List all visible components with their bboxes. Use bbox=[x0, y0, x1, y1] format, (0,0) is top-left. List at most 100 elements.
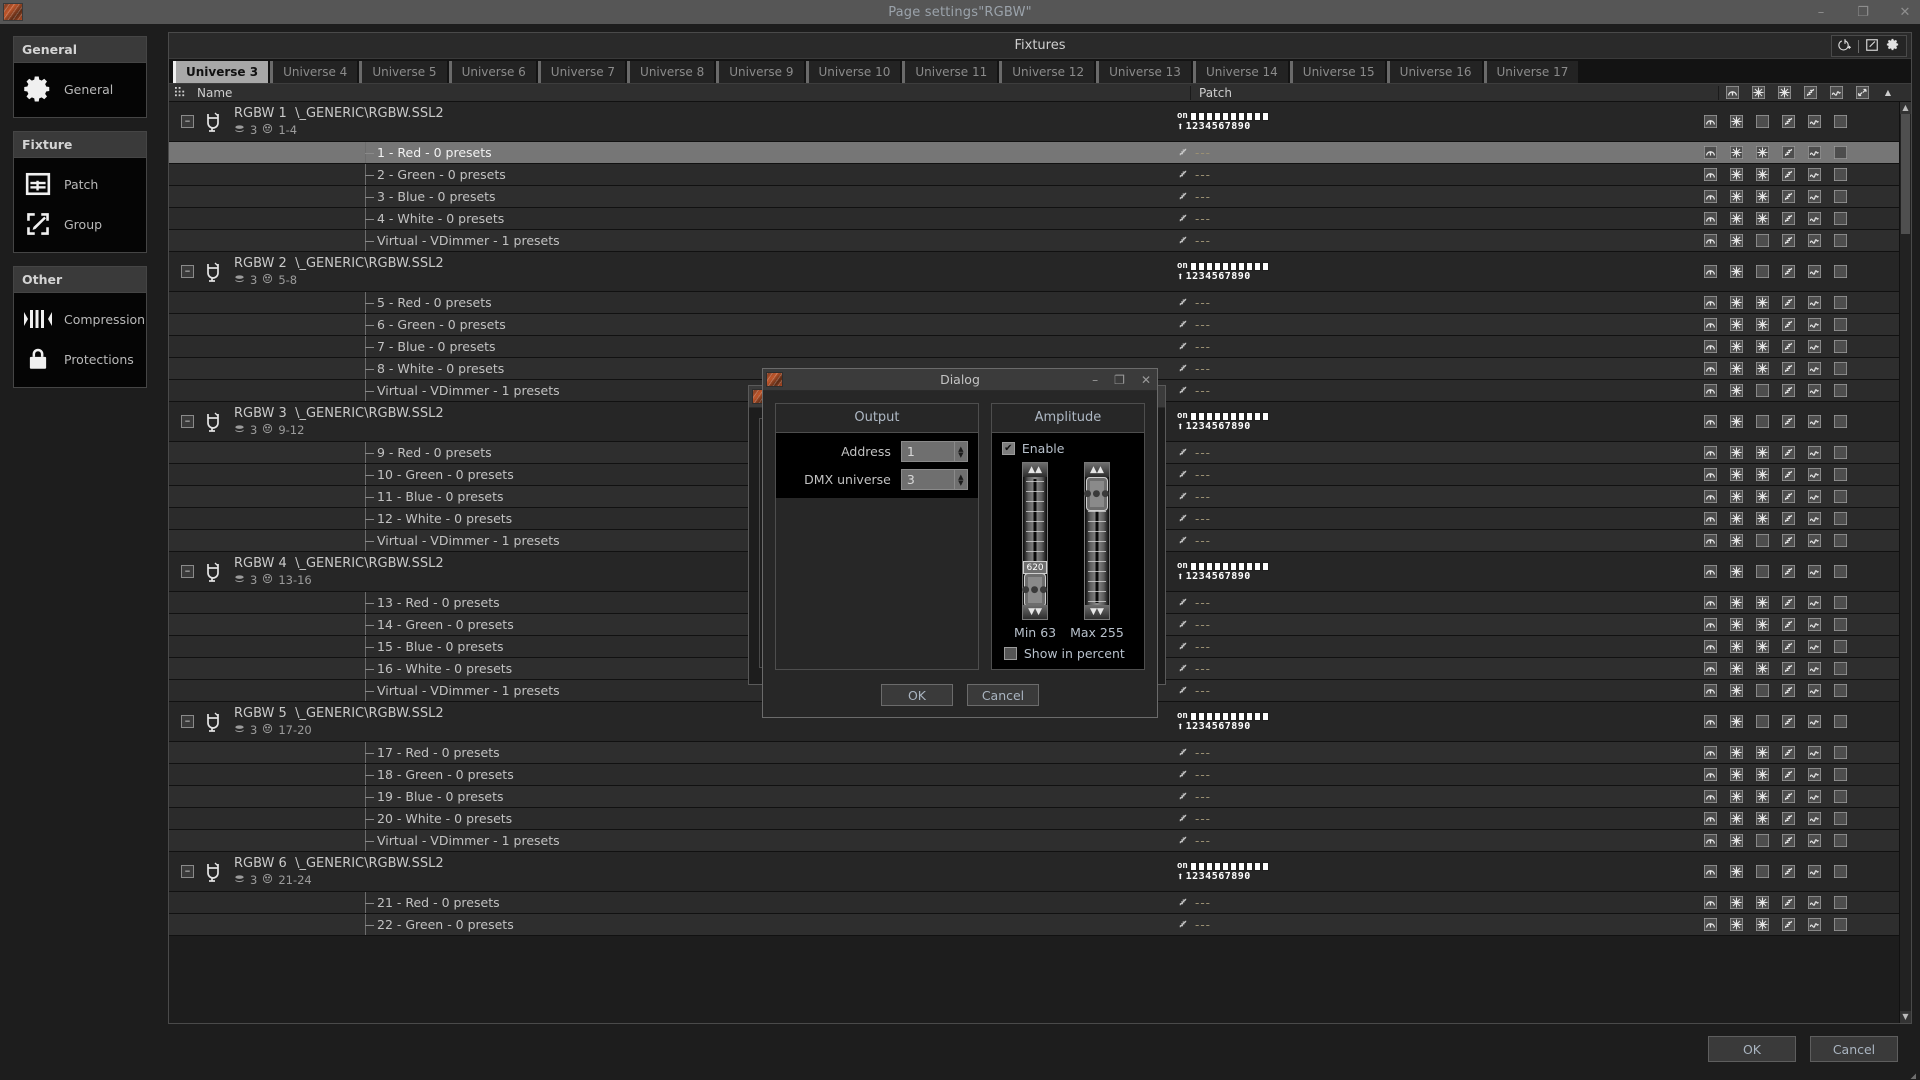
intensity2-icon[interactable] bbox=[1749, 768, 1775, 781]
wave-icon[interactable] bbox=[1801, 684, 1827, 697]
blank-icon[interactable] bbox=[1827, 790, 1853, 803]
column-grip-icon[interactable] bbox=[169, 87, 191, 98]
intensity-icon[interactable] bbox=[1723, 618, 1749, 631]
fade-icon[interactable] bbox=[1775, 234, 1801, 247]
channel-patch-cell[interactable]: --- bbox=[1169, 442, 1697, 463]
dimmer-icon[interactable] bbox=[1697, 512, 1723, 525]
intensity-icon[interactable] bbox=[1723, 834, 1749, 847]
channel-patch-cell[interactable]: --- bbox=[1169, 314, 1697, 335]
dimmer-icon[interactable] bbox=[1697, 190, 1723, 203]
blank-icon[interactable] bbox=[1827, 618, 1853, 631]
blank-icon[interactable] bbox=[1827, 662, 1853, 675]
channel-patch-cell[interactable]: --- bbox=[1169, 786, 1697, 807]
dimmer-icon[interactable] bbox=[1697, 618, 1723, 631]
dmx-universe-stepper[interactable]: ▲ ▼ bbox=[900, 469, 968, 490]
intensity2-icon[interactable] bbox=[1749, 662, 1775, 675]
tab-universe-11[interactable]: Universe 11 bbox=[902, 61, 998, 83]
blank-icon[interactable] bbox=[1827, 565, 1853, 578]
channel-patch-cell[interactable]: --- bbox=[1169, 508, 1697, 529]
intensity-icon[interactable] bbox=[1723, 640, 1749, 653]
blank-icon[interactable] bbox=[1827, 296, 1853, 309]
dimmer-icon[interactable] bbox=[1697, 596, 1723, 609]
chevron-down-icon[interactable]: ▼ bbox=[958, 479, 963, 486]
intensity-icon[interactable] bbox=[1723, 790, 1749, 803]
intensity-icon[interactable] bbox=[1723, 918, 1749, 931]
channel-patch-cell[interactable]: --- bbox=[1169, 680, 1697, 701]
blank-icon[interactable] bbox=[1827, 190, 1853, 203]
dimmer-icon[interactable] bbox=[1697, 490, 1723, 503]
dmx-universe-input[interactable] bbox=[900, 469, 954, 490]
channel-row[interactable]: 20 - White - 0 presets --- bbox=[169, 808, 1911, 830]
channel-row[interactable]: 5 - Red - 0 presets --- bbox=[169, 292, 1911, 314]
wave-icon[interactable] bbox=[1801, 918, 1827, 931]
resize-icon[interactable] bbox=[1849, 84, 1875, 102]
intensity-icon[interactable] bbox=[1723, 662, 1749, 675]
edit-square-icon[interactable] bbox=[1865, 37, 1879, 56]
fade-icon[interactable] bbox=[1775, 212, 1801, 225]
wave-icon[interactable] bbox=[1801, 318, 1827, 331]
max-slider-down-icon[interactable]: ▼▼ bbox=[1084, 605, 1109, 619]
blank-icon[interactable] bbox=[1827, 340, 1853, 353]
blank-icon[interactable] bbox=[1827, 640, 1853, 653]
wave-icon[interactable] bbox=[1801, 490, 1827, 503]
blank-icon[interactable] bbox=[1827, 512, 1853, 525]
fixture-row[interactable]: – RGBW 6 \_GENERIC\RGBW.SSL2 3 21-24 on ⬆ 1234… bbox=[169, 852, 1911, 892]
channel-patch-cell[interactable]: --- bbox=[1169, 292, 1697, 313]
minimize-icon[interactable]: – bbox=[1092, 373, 1098, 387]
fade-icon[interactable] bbox=[1775, 384, 1801, 397]
intensity-icon[interactable] bbox=[1723, 265, 1749, 278]
channel-row[interactable]: Virtual - VDimmer - 1 presets --- bbox=[169, 830, 1911, 852]
blank-icon[interactable] bbox=[1827, 362, 1853, 375]
tab-universe-13[interactable]: Universe 13 bbox=[1096, 61, 1191, 83]
wave-icon[interactable] bbox=[1801, 362, 1827, 375]
channel-row[interactable]: 2 - Green - 0 presets --- bbox=[169, 164, 1911, 186]
intensity2-icon[interactable] bbox=[1749, 212, 1775, 225]
wave-icon[interactable] bbox=[1801, 565, 1827, 578]
scroll-up-icon[interactable]: ▲ bbox=[1900, 102, 1911, 114]
blank-icon[interactable] bbox=[1749, 834, 1775, 847]
wave-icon[interactable] bbox=[1801, 146, 1827, 159]
wave-icon[interactable] bbox=[1801, 296, 1827, 309]
fade-icon[interactable] bbox=[1775, 746, 1801, 759]
collapse-toggle[interactable]: – bbox=[181, 265, 194, 278]
channel-patch-cell[interactable]: --- bbox=[1169, 658, 1697, 679]
enable-checkbox-row[interactable]: ✔ Enable bbox=[1001, 441, 1136, 456]
dimmer-icon[interactable] bbox=[1697, 715, 1723, 728]
fixture-patch-cell[interactable]: on ⬆ 1234567890 bbox=[1169, 552, 1697, 591]
channel-patch-cell[interactable]: --- bbox=[1169, 636, 1697, 657]
channel-patch-cell[interactable]: --- bbox=[1169, 486, 1697, 507]
intensity2-icon[interactable] bbox=[1771, 84, 1797, 102]
max-slider-up-icon[interactable]: ▲▲ bbox=[1084, 463, 1109, 477]
intensity-icon[interactable] bbox=[1723, 768, 1749, 781]
tab-universe-12[interactable]: Universe 12 bbox=[999, 61, 1095, 83]
fade-icon[interactable] bbox=[1775, 812, 1801, 825]
intensity2-icon[interactable] bbox=[1749, 340, 1775, 353]
intensity-icon[interactable] bbox=[1745, 84, 1771, 102]
intensity-icon[interactable] bbox=[1723, 490, 1749, 503]
fade-icon[interactable] bbox=[1775, 468, 1801, 481]
fade-icon[interactable] bbox=[1775, 296, 1801, 309]
show-in-percent-checkbox[interactable]: ✔ bbox=[1003, 647, 1017, 660]
min-slider-up-icon[interactable]: ▲▲ bbox=[1023, 463, 1048, 477]
restore-icon[interactable]: ❐ bbox=[1852, 6, 1874, 19]
blank-icon[interactable] bbox=[1827, 684, 1853, 697]
fade-icon[interactable] bbox=[1775, 168, 1801, 181]
intensity2-icon[interactable] bbox=[1749, 812, 1775, 825]
blank-icon[interactable] bbox=[1749, 715, 1775, 728]
channel-patch-cell[interactable]: --- bbox=[1169, 892, 1697, 913]
dimmer-icon[interactable] bbox=[1697, 565, 1723, 578]
intensity2-icon[interactable] bbox=[1749, 596, 1775, 609]
wave-icon[interactable] bbox=[1801, 446, 1827, 459]
intensity2-icon[interactable] bbox=[1749, 168, 1775, 181]
blank-icon[interactable] bbox=[1749, 565, 1775, 578]
min-slider-knob[interactable]: ●●● bbox=[1022, 573, 1047, 607]
intensity-icon[interactable] bbox=[1723, 746, 1749, 759]
dimmer-icon[interactable] bbox=[1697, 918, 1723, 931]
intensity-icon[interactable] bbox=[1723, 812, 1749, 825]
dialog-ok-button[interactable]: OK bbox=[881, 684, 953, 706]
resize-grip-icon[interactable] bbox=[1904, 1064, 1916, 1079]
wave-icon[interactable] bbox=[1801, 168, 1827, 181]
dimmer-icon[interactable] bbox=[1697, 896, 1723, 909]
tab-universe-14[interactable]: Universe 14 bbox=[1192, 61, 1288, 83]
dimmer-icon[interactable] bbox=[1697, 318, 1723, 331]
